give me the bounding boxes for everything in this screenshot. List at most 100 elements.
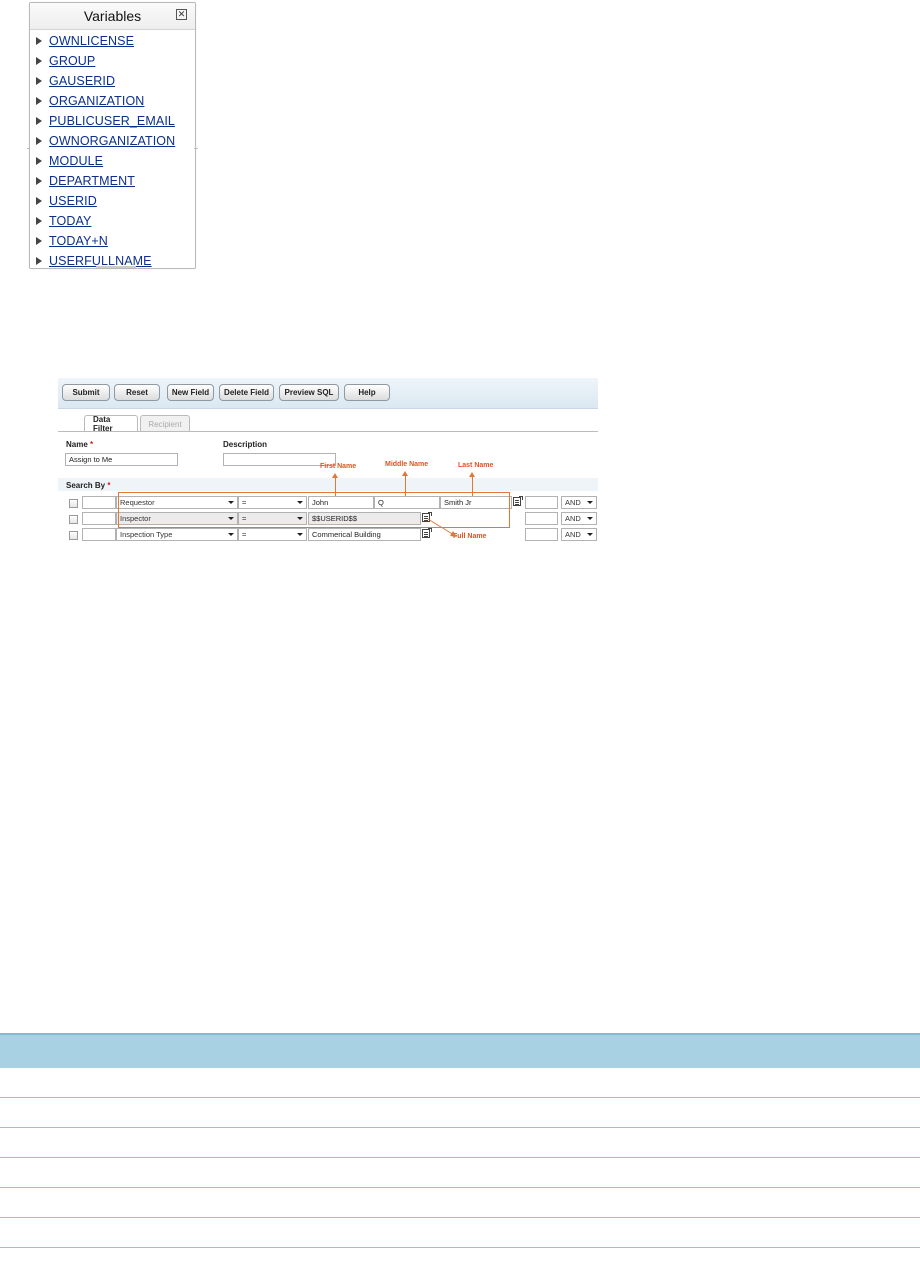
variable-item-userid[interactable]: USERID: [34, 191, 175, 211]
submit-button[interactable]: Submit: [62, 384, 110, 401]
tab-recipient[interactable]: Recipient: [140, 415, 190, 432]
table-header-cell: [0, 1033, 920, 1068]
variable-item-department[interactable]: DEPARTMENT: [34, 171, 175, 191]
toolbar: Submit Reset New Field Delete Field Prev…: [58, 378, 598, 409]
variables-list: OWNLICENSE GROUP GAUSERID ORGANIZATION P…: [34, 31, 175, 271]
variable-link[interactable]: USERID: [49, 194, 97, 208]
panel-edge-mark: [194, 148, 198, 149]
variable-link[interactable]: ORGANIZATION: [49, 94, 144, 108]
table-cell: [0, 1187, 920, 1218]
logic-select[interactable]: AND: [561, 528, 597, 541]
variable-item-module[interactable]: MODULE: [34, 151, 175, 171]
full-name-arrow: [427, 518, 457, 537]
annotation-last-name: Last Name: [458, 462, 494, 469]
variables-panel-title: Variables: [83, 8, 142, 24]
data-table: [0, 1033, 920, 1248]
row-suffix-field[interactable]: [525, 512, 558, 525]
triangle-right-icon: [36, 157, 42, 165]
row-checkbox[interactable]: [69, 515, 78, 524]
table-row: [0, 1068, 920, 1098]
annotation-middle-name: Middle Name: [385, 461, 429, 468]
row-prefix-field[interactable]: [82, 496, 116, 509]
resize-grip[interactable]: [96, 266, 136, 268]
triangle-right-icon: [36, 217, 42, 225]
reset-button[interactable]: Reset: [114, 384, 160, 401]
table-header-row: [0, 1033, 920, 1068]
name-field[interactable]: Assign to Me: [65, 453, 178, 466]
triangle-right-icon: [36, 77, 42, 85]
required-mark: *: [90, 440, 94, 449]
variable-link[interactable]: GROUP: [49, 54, 95, 68]
description-label: Description: [223, 440, 268, 449]
row-checkbox[interactable]: [69, 531, 78, 540]
search-by-band: [58, 478, 598, 491]
tab-data-filter[interactable]: Data Filter: [84, 415, 138, 433]
tab-bar: Data Filter Recipient: [84, 415, 192, 433]
row-checkbox[interactable]: [69, 499, 78, 508]
annotation-arrow-line: [405, 475, 406, 496]
new-field-button[interactable]: New Field: [167, 384, 214, 401]
triangle-right-icon: [36, 177, 42, 185]
variable-link[interactable]: TODAY+N: [49, 234, 108, 248]
field-select[interactable]: Inspection Type: [116, 528, 238, 541]
table-row: [0, 1217, 920, 1248]
triangle-right-icon: [36, 257, 42, 265]
table-row: [0, 1187, 920, 1218]
variable-link[interactable]: OWNORGANIZATION: [49, 134, 175, 148]
logic-select[interactable]: AND: [561, 512, 597, 525]
close-icon[interactable]: ✕: [176, 9, 187, 20]
variable-link[interactable]: TODAY: [49, 214, 91, 228]
variable-link[interactable]: MODULE: [49, 154, 103, 168]
variable-link[interactable]: DEPARTMENT: [49, 174, 135, 188]
variable-item-today[interactable]: TODAY: [34, 211, 175, 231]
variables-panel-header: Variables ✕: [30, 3, 195, 30]
delete-field-button[interactable]: Delete Field: [219, 384, 274, 401]
table-cell: [0, 1068, 920, 1098]
variable-link[interactable]: OWNLICENSE: [49, 34, 134, 48]
annotation-arrow-line: [472, 476, 473, 496]
table-cell: [0, 1157, 920, 1188]
triangle-right-icon: [36, 117, 42, 125]
value-field[interactable]: Commerical Building: [308, 528, 421, 541]
table-row: [0, 1157, 920, 1188]
row-suffix-field[interactable]: [525, 496, 558, 509]
variable-link[interactable]: PUBLICUSER_EMAIL: [49, 114, 175, 128]
table-cell: [0, 1097, 920, 1128]
row-prefix-field[interactable]: [82, 528, 116, 541]
row-prefix-field[interactable]: [82, 512, 116, 525]
tab-divider: [58, 431, 598, 432]
table-row: [0, 1097, 920, 1128]
variable-item-today-n[interactable]: TODAY+N: [34, 231, 175, 251]
variable-item-ownorganization[interactable]: OWNORGANIZATION: [34, 131, 175, 151]
triangle-right-icon: [36, 137, 42, 145]
arrow-up-icon: [469, 472, 475, 477]
variable-item-userfullname[interactable]: USERFULLNAME: [34, 251, 175, 271]
name-label: Name *: [66, 440, 94, 449]
help-button[interactable]: Help: [344, 384, 390, 401]
operator-select[interactable]: =: [238, 528, 307, 541]
annotation-first-name: First Name: [320, 463, 357, 470]
lookup-icon[interactable]: [513, 496, 523, 506]
variables-panel: Variables ✕ OWNLICENSE GROUP GAUSERID OR…: [29, 2, 196, 269]
table-cell: [0, 1217, 920, 1248]
annotation-arrow-line: [335, 477, 336, 496]
variable-item-ownlicense[interactable]: OWNLICENSE: [34, 31, 175, 51]
table-cell: [0, 1127, 920, 1158]
variable-link[interactable]: GAUSERID: [49, 74, 115, 88]
variable-item-organization[interactable]: ORGANIZATION: [34, 91, 175, 111]
variable-item-gauserid[interactable]: GAUSERID: [34, 71, 175, 91]
triangle-right-icon: [36, 57, 42, 65]
arrow-up-icon: [332, 473, 338, 478]
variable-item-publicuser-email[interactable]: PUBLICUSER_EMAIL: [34, 111, 175, 131]
triangle-right-icon: [36, 237, 42, 245]
arrow-up-icon: [402, 471, 408, 476]
variable-item-group[interactable]: GROUP: [34, 51, 175, 71]
row-suffix-field[interactable]: [525, 528, 558, 541]
panel-edge-mark: [27, 148, 30, 149]
triangle-right-icon: [36, 97, 42, 105]
preview-sql-button[interactable]: Preview SQL: [279, 384, 339, 401]
required-mark: *: [107, 481, 111, 490]
triangle-right-icon: [36, 197, 42, 205]
logic-select[interactable]: AND: [561, 496, 597, 509]
triangle-right-icon: [36, 37, 42, 45]
